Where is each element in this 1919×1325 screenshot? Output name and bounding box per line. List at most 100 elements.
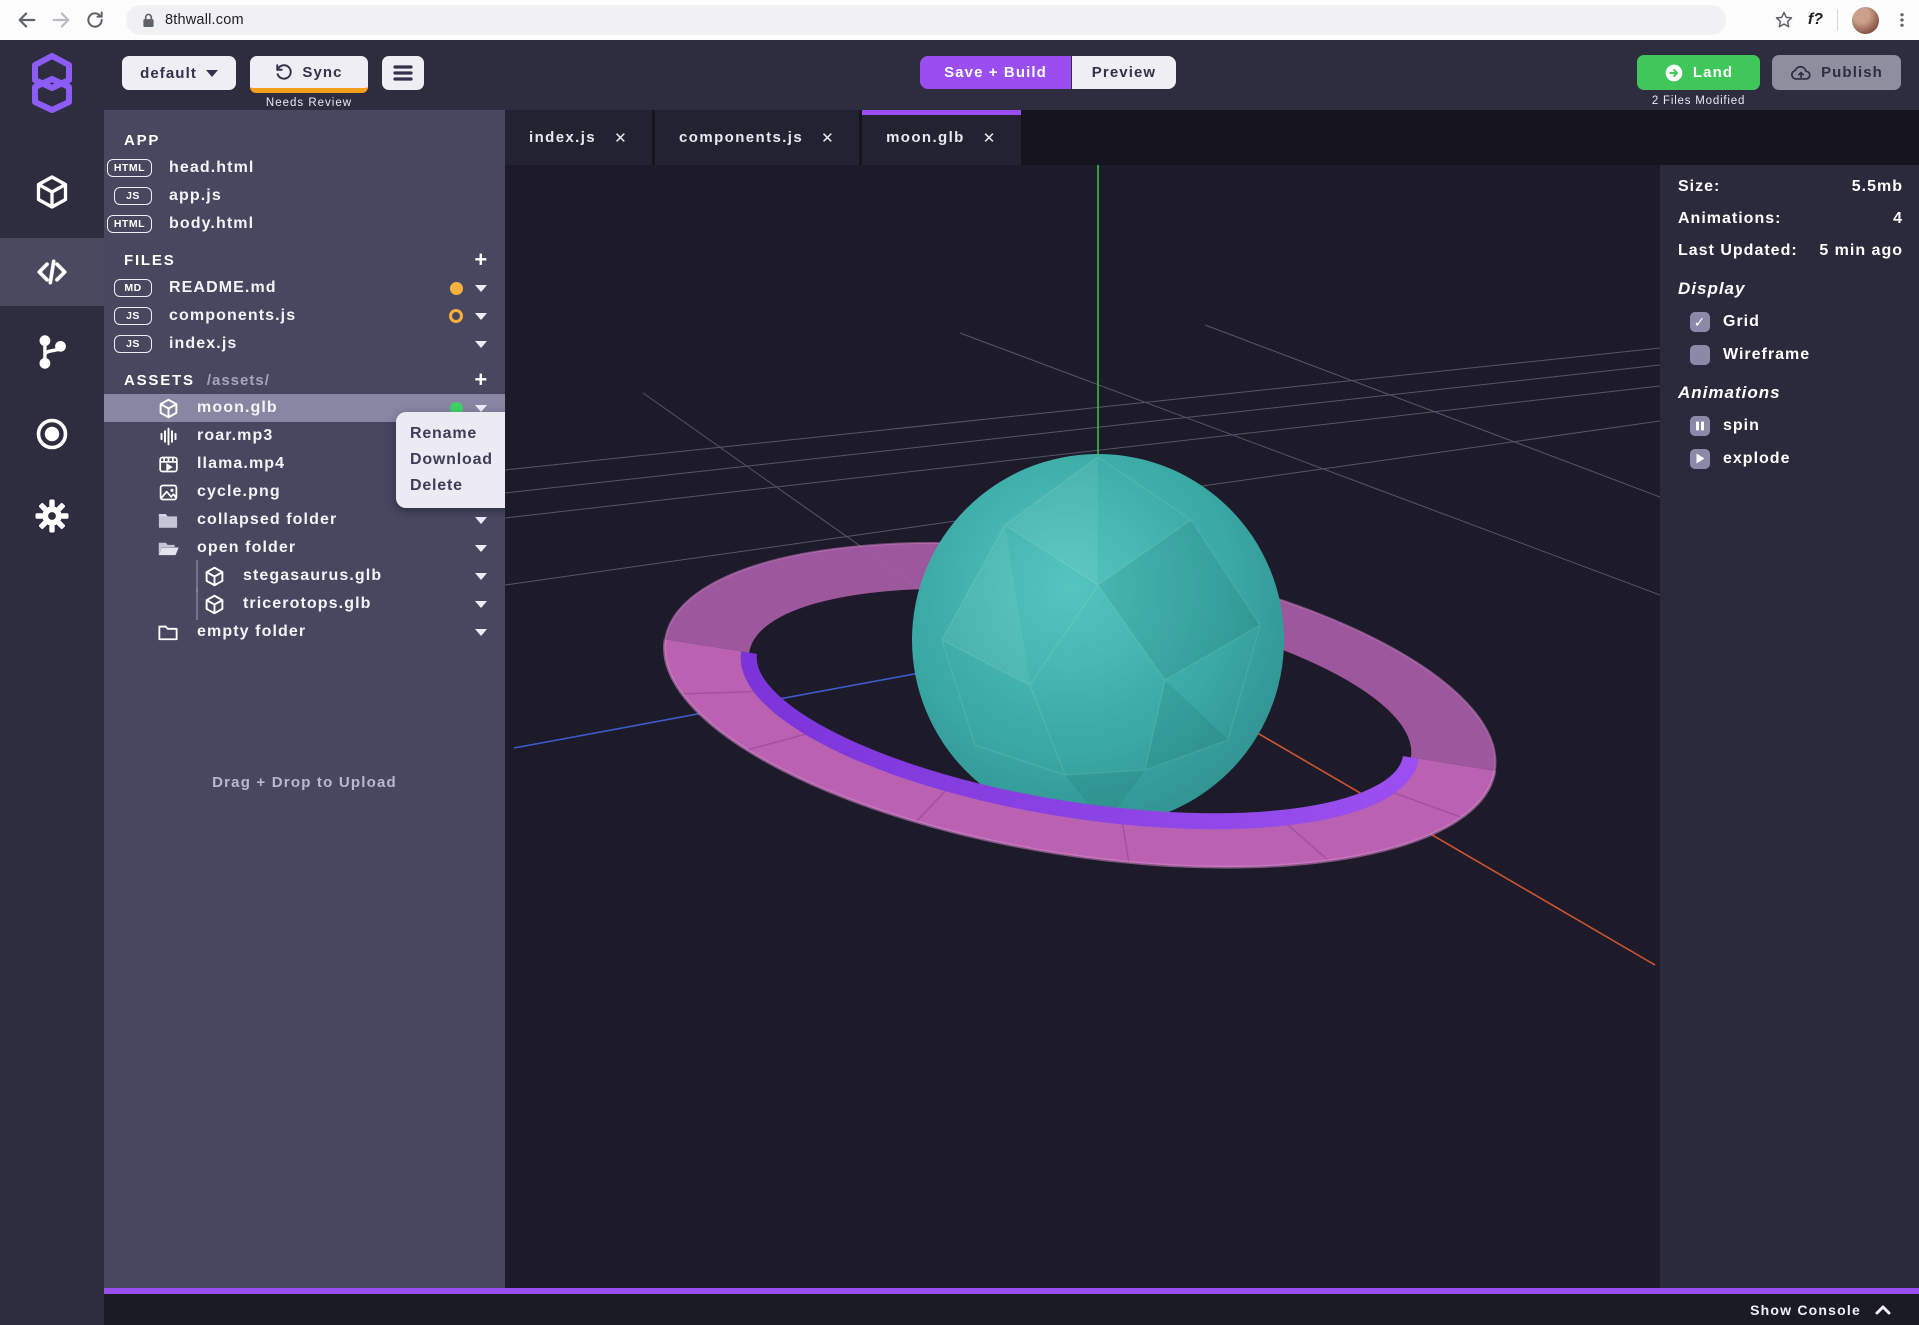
chevron-down-icon[interactable] [475, 545, 487, 552]
display-options: ✓GridWireframe [1660, 305, 1919, 371]
reload-icon[interactable] [78, 3, 112, 37]
html-file-badge: HTML [107, 159, 152, 177]
cube-icon [202, 566, 226, 587]
land-button[interactable]: Land [1637, 55, 1760, 90]
workspace-dropdown[interactable]: default [122, 56, 236, 90]
animation-item-spin: spin [1660, 409, 1919, 442]
pause-icon[interactable] [1690, 416, 1710, 436]
animations-count-label: Animations: [1678, 210, 1781, 228]
add-file-icon[interactable]: + [474, 366, 489, 394]
back-icon[interactable] [10, 3, 44, 37]
browser-menu-icon[interactable] [1893, 11, 1911, 29]
save-build-button[interactable]: Save + Build [920, 56, 1071, 89]
cube-icon [156, 398, 180, 419]
chevron-down-icon[interactable] [475, 573, 487, 580]
viewport-3d[interactable] [505, 165, 1660, 1288]
viewport-3d-scene [505, 165, 1660, 1288]
tab-label: moon.glb [886, 129, 965, 146]
status-dot-filled-yellow [450, 282, 463, 295]
file-name: open folder [197, 539, 296, 557]
chevron-down-icon[interactable] [475, 601, 487, 608]
publish-label: Publish [1821, 64, 1883, 81]
tab-label: components.js [679, 129, 803, 146]
file-section-app: APP [104, 126, 505, 154]
lock-icon [142, 13, 155, 28]
hamburger-menu-icon[interactable] [382, 56, 424, 90]
tree-item-empty-folder[interactable]: empty folder [104, 618, 505, 646]
extension-icon[interactable]: f? [1808, 11, 1823, 29]
tree-item-readme.md[interactable]: MDREADME.md [104, 274, 505, 302]
tree-item-stegasaurus.glb[interactable]: stegasaurus.glb [104, 562, 505, 590]
sync-button[interactable]: Sync [250, 56, 368, 93]
chevron-down-icon[interactable] [475, 629, 487, 636]
animations-section-header: Animations [1660, 377, 1919, 409]
tree-item-open-folder[interactable]: open folder [104, 534, 505, 562]
chevron-down-icon[interactable] [475, 285, 487, 292]
publish-button[interactable]: Publish [1772, 55, 1901, 90]
close-icon[interactable]: ✕ [983, 129, 997, 147]
chevron-down-icon[interactable] [475, 341, 487, 348]
file-name: app.js [169, 187, 222, 205]
chevron-down-icon[interactable] [475, 313, 487, 320]
file-name: head.html [169, 159, 254, 177]
source-control-branch-icon[interactable] [0, 318, 104, 386]
play-icon[interactable] [1690, 449, 1710, 469]
tree-item-tricerotops.glb[interactable]: tricerotops.glb [104, 590, 505, 618]
target-icon[interactable] [0, 400, 104, 468]
divider [1837, 9, 1838, 31]
last-updated-value: 5 min ago [1819, 242, 1903, 260]
folder-open-icon [156, 538, 180, 558]
inspector-panel: Size: 5.5mb Animations: 4 Last Updated: … [1660, 165, 1919, 1288]
tree-item-collapsed-folder[interactable]: collapsed folder [104, 506, 505, 534]
info-row-last-updated: Last Updated: 5 min ago [1660, 235, 1919, 267]
preview-button[interactable]: Preview [1072, 56, 1176, 89]
add-file-icon[interactable]: + [474, 246, 489, 274]
tree-item-index.js[interactable]: JSindex.js [104, 330, 505, 358]
folder-empty-icon [156, 622, 180, 642]
md-file-badge: MD [114, 279, 152, 297]
projects-cube-icon[interactable] [0, 158, 104, 226]
close-icon[interactable]: ✕ [821, 129, 835, 147]
file-panel: APP HTML head.html JSapp.jsHTMLbody.html FIL… [104, 110, 505, 1288]
sync-rotate-icon [275, 63, 293, 81]
preview-label: Preview [1092, 64, 1156, 81]
section-label: APP [124, 132, 160, 149]
bookmark-star-icon[interactable] [1774, 10, 1794, 30]
checkbox-unchecked[interactable] [1690, 345, 1710, 365]
tree-item-head.html[interactable]: HTML head.html [104, 154, 505, 182]
file-name: roar.mp3 [197, 427, 273, 445]
chevron-down-icon[interactable] [475, 405, 487, 412]
close-icon[interactable]: ✕ [614, 129, 628, 147]
8thwall-logo-icon[interactable] [0, 40, 104, 126]
file-section-assets: ASSETS/assets/+ [104, 366, 505, 394]
gear-icon[interactable] [0, 482, 104, 550]
save-build-label: Save + Build [944, 64, 1047, 81]
browser-chrome: 8thwall.com f? [0, 0, 1919, 40]
avatar[interactable] [1852, 7, 1879, 34]
file-name: index.js [169, 335, 237, 353]
tab-index.js[interactable]: index.js✕ [505, 110, 652, 165]
display-option-grid: ✓Grid [1660, 305, 1919, 338]
display-option-wireframe: Wireframe [1660, 338, 1919, 371]
drag-drop-hint: Drag + Drop to Upload [104, 774, 505, 791]
file-section-files: FILES + [104, 246, 505, 274]
cube-icon [202, 594, 226, 615]
tab-components.js[interactable]: components.js ✕ [655, 110, 859, 165]
animations-count-value: 4 [1893, 210, 1903, 228]
tab-moon.glb[interactable]: moon.glb ✕ [862, 110, 1021, 165]
console-bar[interactable]: Show Console [104, 1294, 1919, 1325]
file-name: empty folder [197, 623, 306, 641]
chevron-down-icon[interactable] [475, 517, 487, 524]
checkbox-checked[interactable]: ✓ [1690, 312, 1710, 332]
display-section-header: Display [1660, 273, 1919, 305]
tree-item-app.js[interactable]: JSapp.js [104, 182, 505, 210]
address-bar[interactable]: 8thwall.com [126, 5, 1726, 35]
section-label: FILES [124, 252, 176, 269]
tree-item-components.js[interactable]: JScomponents.js [104, 302, 505, 330]
editor-code-icon[interactable] [0, 238, 104, 306]
forward-icon[interactable] [44, 3, 78, 37]
show-console-label[interactable]: Show Console [1750, 1302, 1861, 1318]
tree-item-body.html[interactable]: HTMLbody.html [104, 210, 505, 238]
land-label: Land [1693, 64, 1733, 81]
chevron-up-icon[interactable] [1875, 1304, 1891, 1315]
